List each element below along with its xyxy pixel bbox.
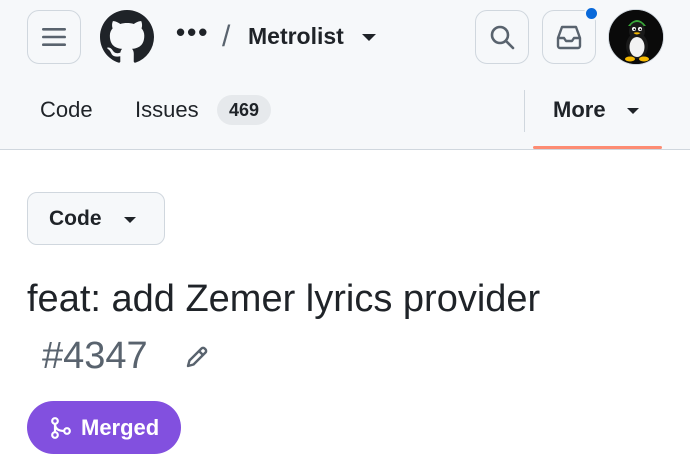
tab-more[interactable]: More: [553, 96, 606, 124]
chevron-down-icon[interactable]: [362, 34, 376, 41]
tab-issues[interactable]: Issues: [135, 96, 199, 124]
edit-title-button[interactable]: [183, 343, 211, 371]
breadcrumb-more-button[interactable]: •••: [176, 19, 209, 45]
status-label: Merged: [81, 414, 160, 440]
search-icon: [490, 25, 515, 50]
pencil-icon: [186, 346, 208, 368]
github-logo-link[interactable]: [100, 10, 154, 64]
repo-name-link[interactable]: Metrolist: [248, 22, 344, 50]
avatar[interactable]: [608, 9, 664, 65]
github-mark-icon: [100, 10, 154, 63]
status-badge: Merged: [27, 401, 181, 454]
tab-code[interactable]: Code: [40, 96, 93, 124]
chevron-down-icon[interactable]: [627, 108, 639, 114]
inbox-icon: [556, 25, 582, 50]
tab-divider: [524, 90, 525, 132]
tux-penguin-avatar: [609, 10, 663, 64]
breadcrumb-separator: /: [222, 20, 231, 53]
menu-button[interactable]: [27, 10, 81, 64]
code-button-label: Code: [49, 207, 102, 230]
issues-count-badge: 469: [217, 95, 272, 125]
page-title: feat: add Zemer lyrics provider: [27, 278, 541, 320]
search-button[interactable]: [475, 10, 529, 64]
pr-number: #4347: [42, 335, 148, 377]
hamburger-menu-icon: [42, 28, 66, 46]
top-header: ••• / Metrolist Code Issues 469 More: [0, 0, 690, 150]
code-dropdown-button[interactable]: Code: [27, 192, 165, 245]
chevron-down-icon: [124, 217, 136, 223]
notification-dot: [584, 6, 599, 21]
active-tab-underline: [533, 146, 662, 149]
git-merge-icon: [51, 416, 71, 439]
